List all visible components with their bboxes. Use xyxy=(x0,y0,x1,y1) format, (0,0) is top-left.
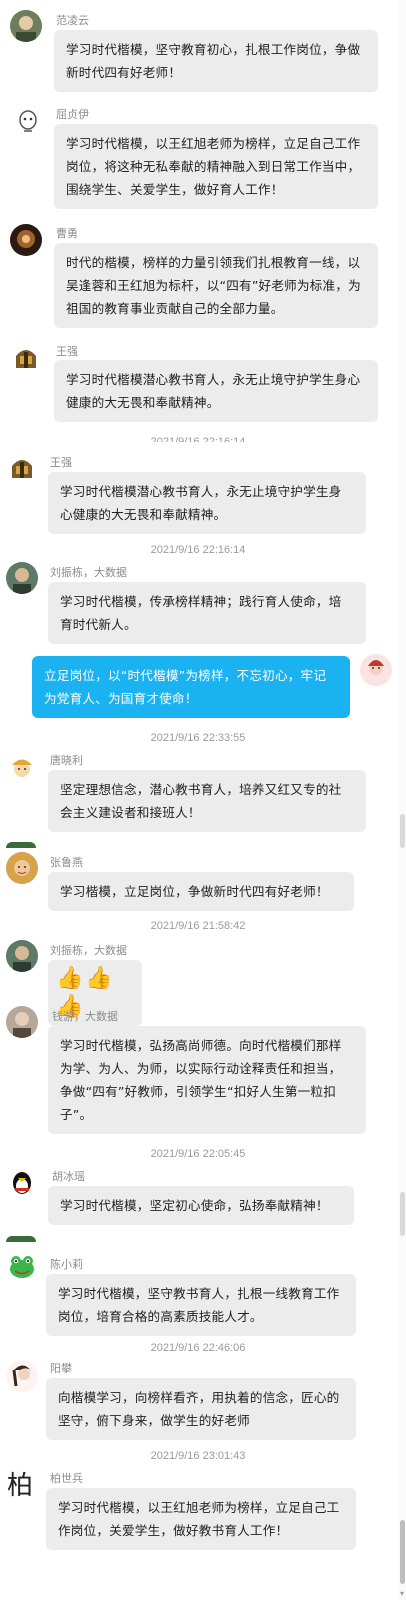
sender-name: 王强 xyxy=(50,457,72,469)
avatar[interactable] xyxy=(6,452,38,484)
timestamp: 2021/9/16 22:05:45 xyxy=(150,1148,246,1160)
scrollbar-thumb[interactable] xyxy=(400,1520,405,1584)
avatar[interactable] xyxy=(12,106,44,138)
avatar[interactable] xyxy=(6,940,38,972)
chat-message-list[interactable]: 范凌云 学习时代楷模，坚守教育初心，扎根工作岗位，争做新时代四有好老师！ 屈贞伊… xyxy=(0,0,406,1600)
sender-name: 柏世兵 xyxy=(50,1473,83,1485)
message-bubble[interactable]: 向楷模学习，向榜样看齐，用执着的信念，匠心的坚守，俯下身来，做学生的好老师 xyxy=(46,1378,356,1440)
avatar[interactable] xyxy=(6,752,38,784)
sender-name: 胡冰瑶 xyxy=(52,1171,85,1183)
avatar[interactable] xyxy=(6,1166,38,1198)
avatar[interactable]: 柏 xyxy=(4,1470,36,1502)
avatar[interactable] xyxy=(6,1006,38,1038)
scroll-marker xyxy=(400,1192,405,1236)
sender-name: 唐晓利 xyxy=(50,755,83,767)
message-bubble[interactable]: 时代的楷模，榜样的力量引领我们扎根教育一线，以吴逢蓉和王红旭为标杆，以“四有”好… xyxy=(54,243,378,328)
sender-name: 屈贞伊 xyxy=(56,109,89,121)
avatar[interactable] xyxy=(10,224,42,256)
sender-name: 刘振栋，大数据 xyxy=(50,945,127,957)
avatar[interactable] xyxy=(360,654,392,686)
sender-name: 钱游，大数据 xyxy=(52,1011,118,1023)
message-bubble[interactable]: 学习时代楷模，以王红旭老师为榜样，立足自己工作岗位，将这种无私奉献的精神融入到日… xyxy=(54,124,378,209)
partial-row xyxy=(6,1236,36,1242)
sender-name: 陈小莉 xyxy=(50,1259,83,1271)
sender-name: 张鲁燕 xyxy=(50,857,83,869)
message-bubble[interactable]: 学习时代楷模，坚守教书育人，扎根一线教育工作岗位，培育合格的高素质技能人才。 xyxy=(46,1274,356,1336)
message-bubble[interactable]: 学习楷模，立足岗位，争做新时代四有好老师！ xyxy=(48,872,354,911)
timestamp: 2021/9/16 22:33:55 xyxy=(150,732,246,744)
avatar-glyph: 柏 xyxy=(6,1471,33,1501)
avatar[interactable] xyxy=(10,10,42,42)
sender-name: 刘振栋，大数据 xyxy=(50,567,127,579)
message-bubble[interactable]: 学习时代楷模，以王红旭老师为榜样，立足自己工作岗位，关爱学生，做好教书育人工作！ xyxy=(46,1488,356,1550)
scroll-marker xyxy=(400,814,405,848)
timestamp: 2021/9/16 22:16:14 xyxy=(150,436,246,442)
chevron-down-icon[interactable]: ▾ xyxy=(398,1590,406,1598)
scrollbar[interactable] xyxy=(398,0,406,1600)
sender-name: 阳攀 xyxy=(50,1363,72,1375)
message-bubble[interactable]: 学习时代楷模，坚定初心使命，弘扬奉献精神！ xyxy=(48,1186,354,1225)
avatar[interactable] xyxy=(6,562,38,594)
avatar[interactable] xyxy=(6,1360,38,1392)
message-bubble[interactable]: 学习时代楷模，传承榜样精神；践行育人使命，培育时代新人。 xyxy=(48,582,366,644)
avatar[interactable] xyxy=(10,342,42,374)
sender-name: 曹勇 xyxy=(56,228,78,240)
sender-name: 王强 xyxy=(56,346,78,358)
message-bubble[interactable]: 学习时代楷模，坚守教育初心，扎根工作岗位，争做新时代四有好老师！ xyxy=(54,30,378,92)
message-bubble[interactable]: 学习时代楷模潜心教书育人，永无止境守护学生身心健康的大无畏和奉献精神。 xyxy=(48,472,366,534)
partial-row xyxy=(6,842,36,848)
timestamp: 2021/9/16 22:46:06 xyxy=(150,1342,246,1354)
my-message-bubble[interactable]: 立足岗位，以“时代楷模”为榜样，不忘初心，牢记为党育人、为国育才使命！ xyxy=(32,656,350,718)
avatar[interactable] xyxy=(6,1250,38,1282)
message-bubble[interactable]: 学习时代楷模，弘扬高尚师德。向时代楷模们那样为学、为人、为师，以实际行动诠释责任… xyxy=(48,1026,366,1134)
timestamp: 2021/9/16 22:16:14 xyxy=(150,544,246,556)
timestamp: 2021/9/16 21:58:42 xyxy=(150,920,246,932)
avatar[interactable] xyxy=(6,852,38,884)
sender-name: 范凌云 xyxy=(56,15,89,27)
message-bubble[interactable]: 学习时代楷模潜心教书育人，永无止境守护学生身心健康的大无畏和奉献精神。 xyxy=(54,360,378,422)
timestamp: 2021/9/16 23:01:43 xyxy=(150,1450,246,1462)
message-bubble[interactable]: 坚定理想信念，潜心教书育人，培养又红又专的社会主义建设者和接班人！ xyxy=(48,770,366,832)
